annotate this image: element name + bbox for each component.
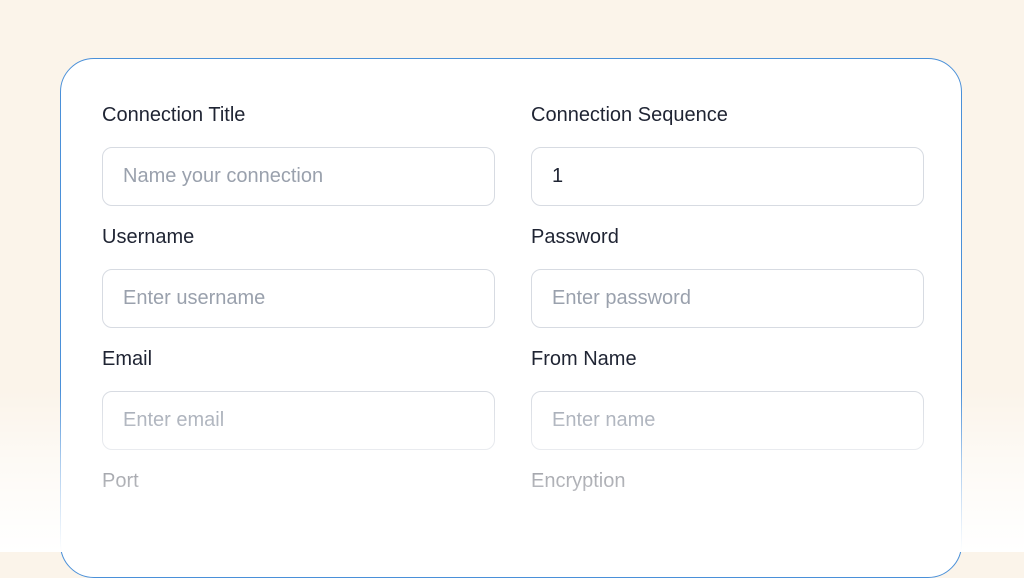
connection-title-input[interactable] — [102, 147, 495, 206]
username-label: Username — [102, 226, 195, 248]
connection-form-card: Connection Title Connection Sequence Use… — [60, 58, 962, 578]
from-name-input[interactable] — [531, 391, 924, 450]
connection-sequence-field: Connection Sequence — [531, 103, 924, 206]
email-field: Email — [102, 347, 495, 450]
email-label: Email — [102, 348, 153, 370]
password-input[interactable] — [531, 269, 924, 328]
connection-sequence-input[interactable] — [531, 147, 924, 206]
username-input[interactable] — [102, 269, 495, 328]
from-name-label: From Name — [531, 348, 637, 370]
password-label: Password — [531, 226, 619, 248]
connection-sequence-label: Connection Sequence — [531, 104, 728, 126]
port-label: Port — [102, 470, 139, 492]
username-field: Username — [102, 225, 495, 328]
connection-title-field: Connection Title — [102, 103, 495, 206]
connection-title-label: Connection Title — [102, 104, 246, 126]
encryption-label: Encryption — [531, 470, 626, 492]
port-field: Port — [102, 469, 495, 493]
email-input[interactable] — [102, 391, 495, 450]
encryption-field: Encryption — [531, 469, 924, 493]
password-field: Password — [531, 225, 924, 328]
from-name-field: From Name — [531, 347, 924, 450]
